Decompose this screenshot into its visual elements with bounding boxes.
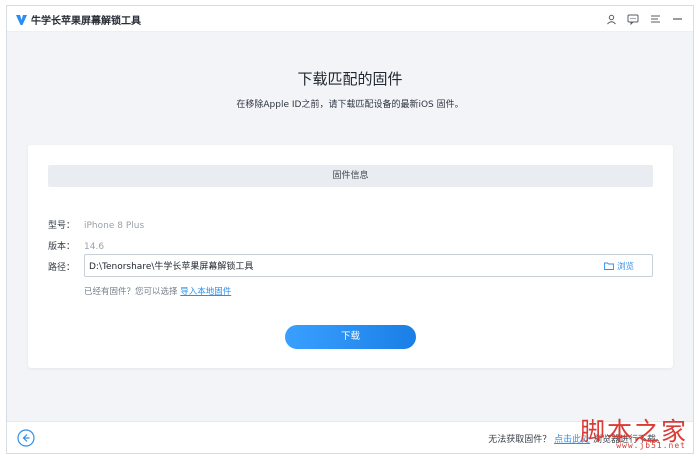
title-bar-controls [601,10,687,28]
version-value: 14.6 [84,242,105,252]
firmware-card: 固件信息 型号： iPhone 8 Plus 版本： 14.6 路径： 浏览 已经有… [28,145,673,368]
feedback-icon[interactable] [623,10,643,28]
minimize-icon[interactable] [667,10,687,28]
import-hint: 已经有固件？您可以选择 导入本地固件 [84,285,231,297]
path-label: 路径： [48,263,76,273]
page-subtitle: 在移除Apple ID之前，请下载匹配设备的最新iOS 固件。 [236,100,464,110]
version-row: 版本： 14.6 [48,239,104,252]
app-window: 牛学长苹果屏幕解锁工具 下载匹配的固件 在移除Apple ID之前，请下载匹配设… [6,5,694,454]
model-row: 型号： iPhone 8 Plus [48,218,144,231]
footer-help-text: 无法获取固件？ [488,435,555,445]
title-bar: 牛学长苹果屏幕解锁工具 [7,6,693,32]
page-title: 下载匹配的固件 [297,70,403,88]
app-logo-icon [16,15,27,25]
firmware-section-title: 固件信息 [48,165,653,187]
browse-button[interactable]: 浏览 [604,260,634,272]
path-input[interactable] [89,258,589,273]
app-title: 牛学长苹果屏幕解锁工具 [31,16,141,27]
back-arrow-icon[interactable] [17,429,35,447]
import-local-firmware-link[interactable]: 导入本地固件 [180,287,231,297]
watermark: 脚本之家 www.jb51.net [564,412,688,452]
path-row: 路径： [48,260,84,273]
browse-label: 浏览 [616,262,634,272]
user-icon[interactable] [601,10,621,28]
model-value: iPhone 8 Plus [84,221,145,231]
download-button[interactable]: 下载 [285,325,416,349]
version-label: 版本： [48,242,76,252]
path-field: 浏览 [84,254,653,277]
folder-icon [604,262,614,270]
menu-icon[interactable] [645,10,665,28]
model-label: 型号： [48,221,76,231]
watermark-url: www.jb51.net [616,441,686,450]
import-hint-text: 已经有固件？您可以选择 [84,287,181,297]
